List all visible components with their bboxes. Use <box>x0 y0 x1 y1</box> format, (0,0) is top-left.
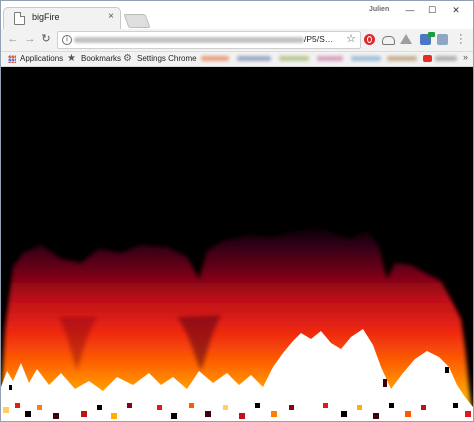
blurred-bookmark[interactable] <box>237 56 271 61</box>
star-icon: ★ <box>67 53 76 64</box>
drive-extension-icon[interactable] <box>400 34 412 44</box>
bookmark-settings-chrome[interactable]: ⚙ Settings Chrome <box>123 53 197 65</box>
bookmark-applications[interactable]: Applications <box>8 53 63 65</box>
translate-extension-icon[interactable] <box>437 34 448 45</box>
close-window-button[interactable]: ✕ <box>445 3 467 17</box>
bookmark-label: Settings Chrome <box>137 54 197 63</box>
tab-title: bigFire <box>32 12 60 22</box>
cloud-extension-icon[interactable] <box>382 36 395 45</box>
youtube-icon[interactable] <box>423 55 432 62</box>
blurred-bookmark[interactable] <box>279 56 309 61</box>
bookmark-bookmarks[interactable]: ★ Bookmarks <box>67 53 121 65</box>
bookmarks-overflow-button[interactable]: » <box>463 52 468 62</box>
blurred-bookmark[interactable] <box>351 56 381 61</box>
profile-name[interactable]: Julien <box>369 6 389 13</box>
blurred-bookmark[interactable] <box>317 56 343 61</box>
bookmark-star-icon[interactable]: ☆ <box>346 33 356 46</box>
tab-bigfire[interactable]: bigFire × <box>3 7 121 29</box>
minimize-button[interactable]: — <box>399 3 421 17</box>
document-icon <box>14 12 25 25</box>
blurred-bookmark[interactable] <box>201 56 229 61</box>
reload-button[interactable]: ↻ <box>39 32 53 46</box>
apps-grid-icon <box>8 55 16 63</box>
forward-button[interactable]: → <box>23 32 37 46</box>
browser-toolbar: ← → ↻ i /P5/S… ☆ · · · <box>1 29 473 52</box>
maximize-button[interactable]: ☐ <box>421 3 443 17</box>
url-text: /P5/S… <box>304 34 334 44</box>
info-icon[interactable]: i <box>62 35 72 45</box>
bookmark-label: Bookmarks <box>81 54 122 63</box>
gear-icon: ⚙ <box>123 53 132 64</box>
extension-badge <box>428 32 435 37</box>
back-button[interactable]: ← <box>6 32 20 46</box>
menu-icon[interactable]: · · · <box>459 30 463 49</box>
blurred-bookmark[interactable] <box>435 56 457 61</box>
blurred-bookmark[interactable] <box>387 56 417 61</box>
url-blurred <box>74 37 304 43</box>
address-bar[interactable]: i /P5/S… ☆ <box>57 31 361 49</box>
bookmarks-bar: Applications ★ Bookmarks ⚙ Settings Chro… <box>1 52 473 67</box>
opera-extension-icon[interactable] <box>364 34 375 45</box>
tab-strip: bigFire × Julien — ☐ ✕ <box>1 1 473 29</box>
sketch-canvas[interactable] <box>1 67 473 421</box>
bookmark-label: Applications <box>20 54 64 63</box>
close-tab-icon[interactable]: × <box>108 11 114 23</box>
browser-window: bigFire × Julien — ☐ ✕ ← → ↻ i /P5/S… ☆ … <box>0 0 474 422</box>
fire-animation <box>1 227 473 421</box>
new-tab-button[interactable] <box>123 14 151 28</box>
